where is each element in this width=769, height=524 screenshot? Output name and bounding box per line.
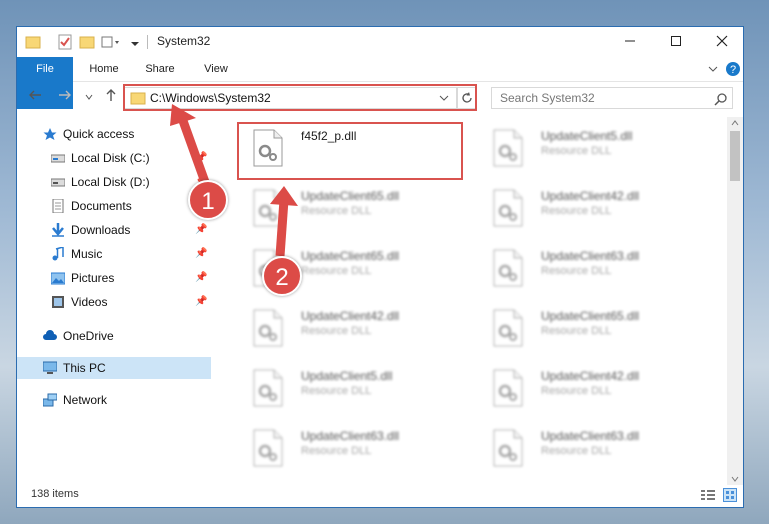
step-badge-1: 1 (188, 180, 228, 220)
step-badge-2: 2 (262, 256, 302, 296)
arrow-to-address-bar (177, 116, 210, 184)
arrow-to-file (275, 199, 289, 257)
arrow-head-file (270, 186, 298, 206)
annotation-arrows (170, 104, 298, 257)
